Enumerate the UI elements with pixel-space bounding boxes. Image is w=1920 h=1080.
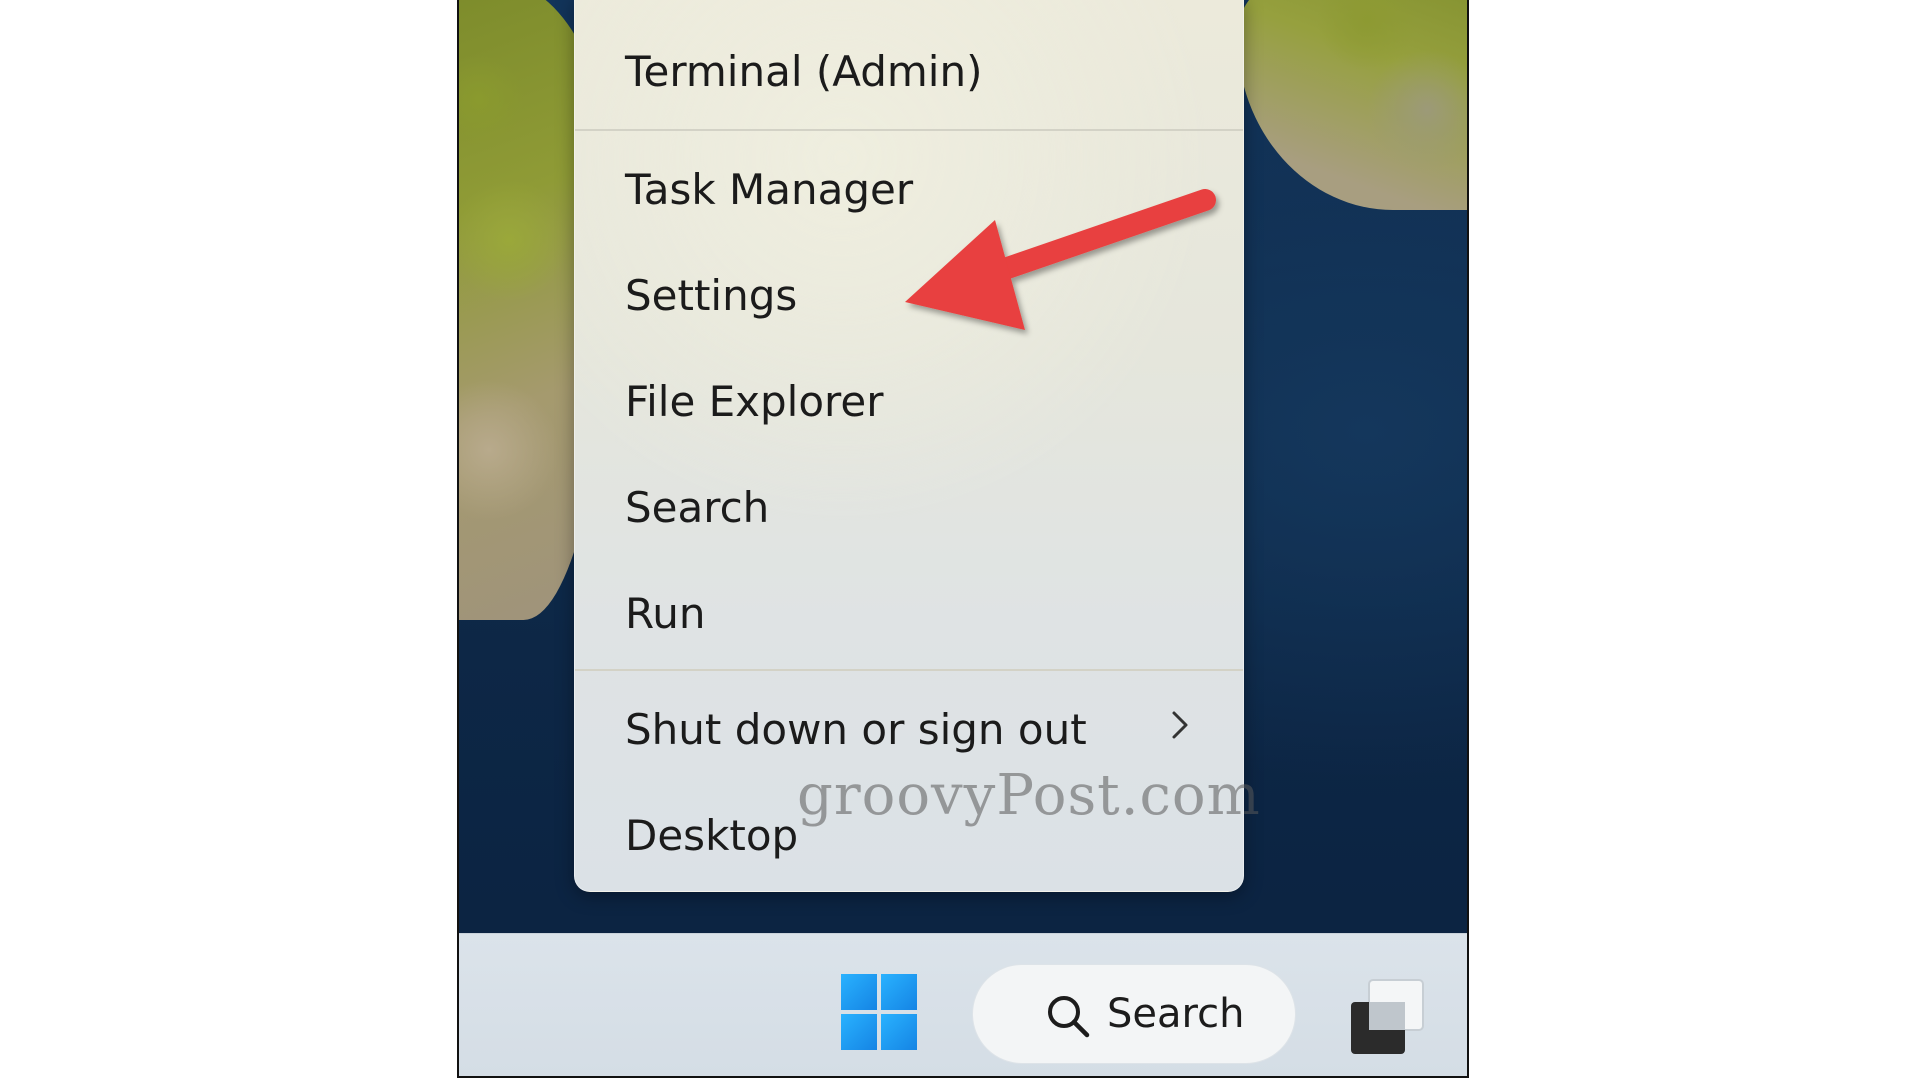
- menu-item-terminal-admin[interactable]: Terminal (Admin): [575, 19, 1243, 123]
- desktop-frame: Terminal (Admin) Task Manager Settings F…: [457, 0, 1469, 1078]
- task-view-icon[interactable]: [1347, 976, 1429, 1058]
- menu-item-label: Terminal (Admin): [625, 46, 983, 96]
- menu-item-label: Search: [625, 482, 770, 532]
- menu-item-label: Run: [625, 588, 706, 638]
- annotation-arrow-icon: [905, 189, 1216, 330]
- winx-context-menu: Terminal (Admin) Task Manager Settings F…: [574, 0, 1260, 892]
- menu-separator: [575, 669, 1243, 671]
- menu-item-label: Shut down or sign out: [625, 704, 1087, 754]
- taskbar-search-label: Search: [1107, 991, 1245, 1037]
- menu-item-label: File Explorer: [625, 376, 884, 426]
- menu-item-file-explorer[interactable]: File Explorer: [575, 349, 1243, 453]
- menu-item-search[interactable]: Search: [575, 455, 1243, 559]
- menu-item-label: Task Manager: [625, 164, 914, 214]
- menu-item-label: Desktop: [625, 810, 799, 860]
- taskbar: Search: [459, 933, 1467, 1076]
- menu-item-label: Settings: [625, 270, 798, 320]
- taskbar-search-box[interactable]: Search: [972, 964, 1296, 1064]
- menu-item-run[interactable]: Run: [575, 561, 1243, 665]
- site-watermark: groovyPost.com: [797, 763, 1261, 828]
- menu-separator: [575, 129, 1243, 131]
- search-icon: [1048, 996, 1090, 1038]
- windows-logo-icon: [841, 974, 919, 1052]
- chevron-right-icon: [1169, 707, 1191, 751]
- start-button[interactable]: [841, 974, 919, 1052]
